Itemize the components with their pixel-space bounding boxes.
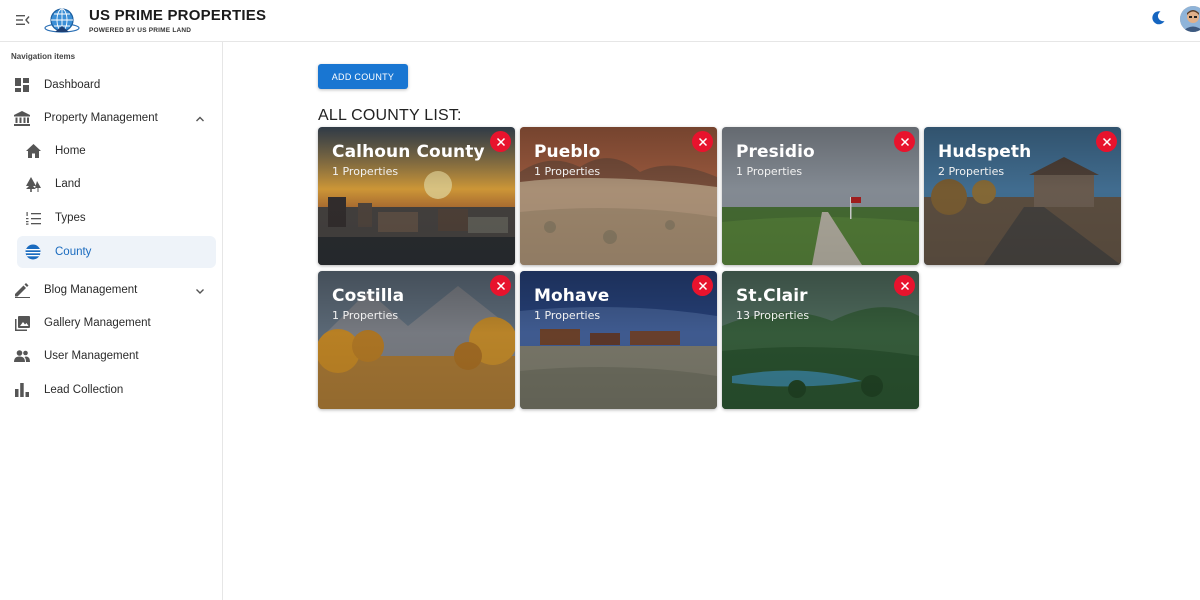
county-name: Mohave	[534, 286, 610, 306]
property-count: 2 Properties	[938, 165, 1005, 178]
delete-county-button[interactable]	[490, 275, 511, 296]
users-icon	[14, 348, 30, 364]
sidebar-item-gallery-management[interactable]: Gallery Management	[0, 308, 222, 338]
property-count: 1 Properties	[332, 309, 399, 322]
property-count: 13 Properties	[736, 309, 810, 322]
bank-icon	[14, 110, 30, 126]
nav-caption: Navigation items	[11, 52, 76, 61]
sidebar-item-label: Property Management	[44, 112, 158, 124]
county-name: Pueblo	[534, 142, 601, 162]
property-count: 1 Properties	[736, 165, 803, 178]
county-card-hudspeth[interactable]: Hudspeth 2 Properties	[924, 127, 1121, 265]
trees-icon	[25, 176, 41, 192]
sidebar-item-label: Lead Collection	[44, 384, 124, 396]
delete-county-button[interactable]	[692, 275, 713, 296]
chevron-down-icon[interactable]	[194, 284, 206, 296]
sidebar-item-label: County	[55, 246, 92, 258]
avatar[interactable]	[1180, 6, 1200, 32]
county-card-pueblo[interactable]: Pueblo 1 Properties	[520, 127, 717, 265]
sidebar-item-label: Gallery Management	[44, 317, 151, 329]
sidebar-item-label: Types	[55, 212, 86, 224]
sidebar-item-label: Blog Management	[44, 284, 138, 296]
sidebar-item-label: Home	[55, 145, 86, 157]
dashboard-icon	[14, 77, 30, 93]
brand-title: US PRIME PROPERTIES	[89, 7, 267, 24]
sidebar-item-property-management[interactable]: Property Management	[0, 103, 222, 133]
sidebar: Navigation items Dashboard Property Mana…	[0, 42, 223, 600]
sidebar-item-land[interactable]: Land	[0, 169, 222, 199]
gallery-icon	[14, 315, 30, 331]
brand-logo[interactable]	[43, 6, 81, 36]
home-icon	[25, 143, 41, 159]
county-card-presidio[interactable]: Presidio 1 Properties	[722, 127, 919, 265]
sidebar-item-label: User Management	[44, 350, 139, 362]
bar-chart-icon	[14, 382, 30, 398]
sidebar-item-label: Dashboard	[44, 79, 101, 91]
sidebar-item-blog-management[interactable]: Blog Management	[0, 275, 222, 305]
county-name: Hudspeth	[938, 142, 1032, 162]
county-card-mohave[interactable]: Mohave 1 Properties	[520, 271, 717, 409]
moon-icon[interactable]	[1150, 10, 1166, 26]
sidebar-item-types[interactable]: Types	[0, 203, 222, 233]
add-county-button[interactable]: ADD COUNTY	[318, 64, 408, 89]
chevron-up-icon[interactable]	[194, 112, 206, 124]
delete-county-button[interactable]	[490, 131, 511, 152]
sidebar-item-label: Land	[55, 178, 81, 190]
property-count: 1 Properties	[534, 165, 601, 178]
edit-icon	[14, 282, 30, 298]
sidebar-item-dashboard[interactable]: Dashboard	[0, 70, 222, 100]
county-card-costilla[interactable]: Costilla 1 Properties	[318, 271, 515, 409]
flag-globe-icon	[25, 244, 41, 260]
county-card-calhoun-county[interactable]: Calhoun County 1 Properties	[318, 127, 515, 265]
list-numbered-icon	[25, 210, 41, 226]
page-title: ALL COUNTY LIST:	[318, 107, 462, 124]
brand-subtitle: POWERED BY US PRIME LAND	[89, 27, 192, 34]
county-name: Presidio	[736, 142, 815, 162]
delete-county-button[interactable]	[692, 131, 713, 152]
county-name: Costilla	[332, 286, 405, 306]
sidebar-item-lead-collection[interactable]: Lead Collection	[0, 375, 222, 405]
property-count: 1 Properties	[534, 309, 601, 322]
property-count: 1 Properties	[332, 165, 399, 178]
delete-county-button[interactable]	[1096, 131, 1117, 152]
top-app-bar: US PRIME PROPERTIES POWERED BY US PRIME …	[0, 0, 1200, 42]
delete-county-button[interactable]	[894, 275, 915, 296]
county-name: Calhoun County	[332, 142, 485, 162]
county-card-st-clair[interactable]: St.Clair 13 Properties	[722, 271, 919, 409]
county-name: St.Clair	[736, 286, 808, 306]
delete-county-button[interactable]	[894, 131, 915, 152]
menu-collapse-icon[interactable]	[14, 11, 32, 29]
sidebar-item-home[interactable]: Home	[0, 136, 222, 166]
sidebar-item-county[interactable]: County	[17, 236, 216, 268]
sidebar-item-user-management[interactable]: User Management	[0, 341, 222, 371]
